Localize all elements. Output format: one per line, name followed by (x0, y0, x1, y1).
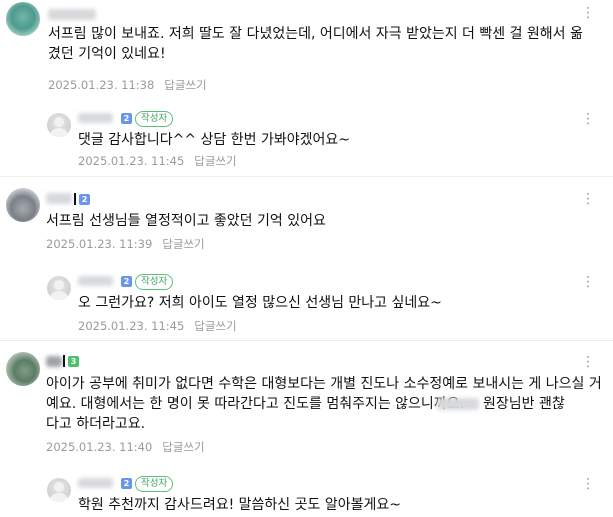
reply-meta: 2025.01.23. 11:45 답글쓰기 (78, 153, 237, 169)
author-name-blurred[interactable] (78, 478, 113, 488)
more-options-icon[interactable]: ⋮ (581, 6, 595, 20)
level-badge: 2 (79, 194, 90, 205)
reply-button[interactable]: 답글쓰기 (162, 440, 204, 454)
comment-meta: 2025.01.23. 11:40 답글쓰기 (46, 439, 205, 455)
level-badge: 2 (121, 276, 132, 287)
comment-text-line-1: 아이가 공부에 취미가 없다면 수학은 대형보다는 개별 진도나 소수정예로 보… (46, 376, 602, 392)
comment-text-line-3: 다고 하더라고요. (46, 416, 146, 432)
avatar[interactable] (6, 352, 40, 386)
comment-date: 2025.01.23. 11:38 (48, 78, 155, 92)
reply-button[interactable]: 답글쓰기 (194, 154, 236, 168)
reply-text: 학원 추천까지 감사드려요! 말씀하신 곳도 알아볼게요~ (78, 497, 401, 513)
avatar[interactable] (47, 113, 71, 137)
more-options-icon[interactable]: ⋮ (581, 275, 595, 289)
name-separator (63, 355, 65, 367)
reply-text: 댓글 감사합니다^^ 상담 한번 가봐야겠어요~ (78, 132, 350, 148)
divider (0, 340, 613, 341)
level-badge: 3 (68, 356, 79, 367)
reply-meta: 2025.01.23. 11:45 답글쓰기 (78, 318, 237, 334)
author-name-blurred[interactable] (78, 276, 113, 286)
reply-date: 2025.01.23. 11:45 (78, 319, 185, 333)
reply-date: 2025.01.23. 11:45 (78, 154, 185, 168)
comment-date: 2025.01.23. 11:40 (46, 440, 153, 454)
comment-text: 서프림 선생님들 열정적이고 좋았던 기억 있어요 (46, 213, 326, 229)
reply-button[interactable]: 답글쓰기 (162, 237, 204, 251)
more-options-icon[interactable]: ⋮ (581, 112, 595, 126)
author-name-blurred[interactable] (46, 193, 72, 204)
writer-badge: 작성자 (135, 274, 174, 290)
writer-badge: 작성자 (135, 111, 174, 127)
more-options-icon[interactable]: ⋮ (581, 192, 595, 206)
reply-button[interactable]: 답글쓰기 (164, 78, 206, 92)
author-name-blurred[interactable] (48, 9, 96, 20)
name-separator (74, 193, 76, 205)
comment-meta: 2025.01.23. 11:39 답글쓰기 (46, 236, 205, 252)
more-options-icon[interactable]: ⋮ (581, 355, 595, 369)
divider (0, 176, 613, 177)
level-badge: 2 (121, 113, 132, 124)
writer-badge: 작성자 (135, 476, 174, 492)
avatar[interactable] (47, 276, 71, 300)
mention-blurred[interactable] (437, 398, 479, 410)
avatar[interactable] (6, 2, 40, 36)
more-options-icon[interactable]: ⋮ (581, 477, 595, 491)
comment-meta: 2025.01.23. 11:38 답글쓰기 (48, 77, 207, 93)
avatar[interactable] (47, 478, 71, 502)
comment-text: 서프림 많이 보내죠. 저희 딸도 잘 다녔었는데, 어디에서 자극 받았는지 … (48, 26, 583, 62)
comment-date: 2025.01.23. 11:39 (46, 237, 153, 251)
comment-text-line-2b: 원장님반 괜찮 (483, 396, 565, 412)
avatar[interactable] (6, 188, 40, 222)
reply-text: 오 그런가요? 저희 아이도 열정 많으신 선생님 만나고 싶네요~ (78, 295, 442, 311)
level-badge: 2 (121, 478, 132, 489)
reply-button[interactable]: 답글쓰기 (194, 319, 236, 333)
comment-text-line-2a: 예요. 대형에서는 한 명이 못 따라간다고 진도를 멈춰주지는 않으니까요. (46, 396, 465, 412)
author-name-blurred[interactable] (78, 113, 113, 123)
author-name-blurred[interactable] (46, 356, 62, 367)
